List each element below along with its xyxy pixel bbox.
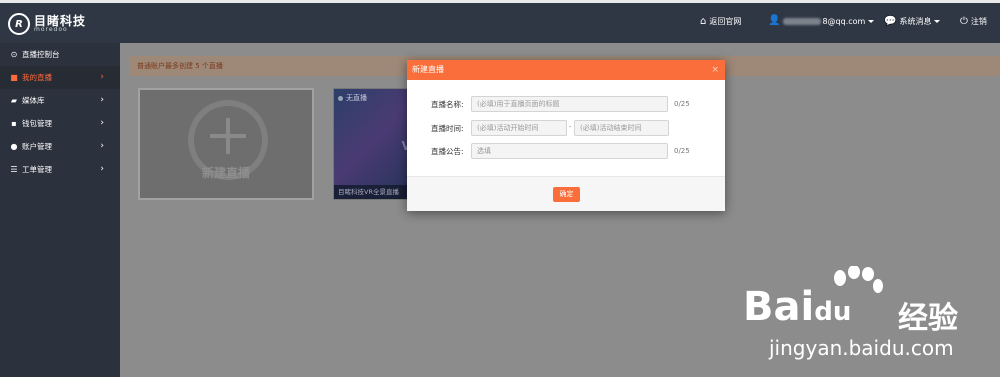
chat-bubble-icon: 💬 [884, 15, 897, 27]
user-icon: ● [10, 142, 18, 151]
sidebar-item-wallet[interactable]: ▪ 钱包管理 › [0, 112, 120, 135]
watermark-jingyan: 经验 [898, 301, 958, 336]
logo[interactable]: R 目睹科技 moredoo [8, 13, 86, 35]
baidu-jingyan-watermark: Baidu 经验 jingyan.baidu.com [743, 266, 973, 366]
sidebar-item-my-live[interactable]: ■ 我的直播 › [0, 66, 120, 89]
status-dot-icon [338, 95, 343, 101]
user-menu[interactable]: 👤 8@qq.com [768, 15, 875, 26]
confirm-button[interactable]: 确定 [553, 187, 580, 202]
list-icon: ☰ [10, 165, 18, 174]
chevron-right-icon: › [100, 72, 104, 82]
live-name-label: 直播名称: [431, 100, 464, 109]
sidebar-item-account[interactable]: ● 账户管理 › [0, 135, 120, 158]
live-notice-input[interactable]: 选填 [471, 143, 668, 159]
new-live-card[interactable]: 新建直播 [138, 88, 314, 200]
chevron-right-icon: › [100, 164, 104, 174]
chevron-down-icon [934, 20, 941, 23]
video-camera-icon: ■ [10, 73, 18, 82]
dialog-footer: 确定 [407, 176, 725, 211]
watermark-url: jingyan.baidu.com [769, 336, 954, 360]
new-live-dialog: 新建直播 × 直播名称: (必填)用于直播页面的标题 0/25 直播时间: (必… [407, 60, 725, 211]
dialog-title: 新建直播 [412, 65, 444, 74]
live-notice-label: 直播公告: [431, 147, 464, 156]
close-icon[interactable]: × [711, 60, 719, 80]
back-to-site-link[interactable]: ⌂ 返回官网 [700, 16, 741, 27]
chevron-down-icon [868, 19, 875, 23]
live-time-label: 直播时间: [431, 124, 464, 133]
end-time-input[interactable]: (必填)活动结束时间 [574, 120, 669, 136]
new-live-label: 新建直播 [201, 166, 250, 180]
wallet-icon: ▪ [11, 119, 17, 128]
sidebar-item-tickets[interactable]: ☰ 工单管理 › [0, 158, 120, 181]
start-time-input[interactable]: (必填)活动开始时间 [471, 120, 567, 136]
logout-button[interactable]: ⏻ 注销 [960, 16, 987, 27]
watermark-baidu: Baidu [743, 284, 852, 330]
sidebar: ⊙ 直播控制台 ■ 我的直播 › ▰ 媒体库 › ▪ 钱包管理 › ● 账户管理… [0, 43, 120, 377]
logo-text-en: moredoo [34, 26, 68, 33]
chevron-right-icon: › [100, 118, 104, 128]
user-icon: 👤 [768, 15, 781, 26]
sidebar-item-media[interactable]: ▰ 媒体库 › [0, 89, 120, 112]
live-name-counter: 0/25 [674, 100, 690, 108]
redacted-email [783, 17, 822, 25]
sidebar-item-console[interactable]: ⊙ 直播控制台 [0, 43, 120, 66]
dialog-header: 新建直播 × [407, 60, 725, 80]
live-notice-counter: 0/25 [674, 147, 690, 155]
live-status-badge: 无直播 [338, 93, 367, 103]
power-icon: ⏻ [960, 15, 968, 27]
chevron-right-icon: › [100, 141, 104, 151]
home-icon: ⌂ [700, 15, 707, 27]
user-email: 8@qq.com [822, 16, 866, 26]
top-bar: R 目睹科技 moredoo ⌂ 返回官网 👤 8@qq.com 💬 系统消息 … [0, 3, 1000, 43]
time-separator: - [569, 123, 572, 131]
chevron-right-icon: › [100, 95, 104, 105]
dashboard-icon: ⊙ [10, 50, 18, 59]
folder-icon: ▰ [10, 96, 18, 105]
logo-mark-icon: R [8, 13, 30, 35]
live-name-input[interactable]: (必填)用于直播页面的标题 [471, 96, 668, 112]
messages-menu[interactable]: 💬 系统消息 [884, 15, 941, 27]
